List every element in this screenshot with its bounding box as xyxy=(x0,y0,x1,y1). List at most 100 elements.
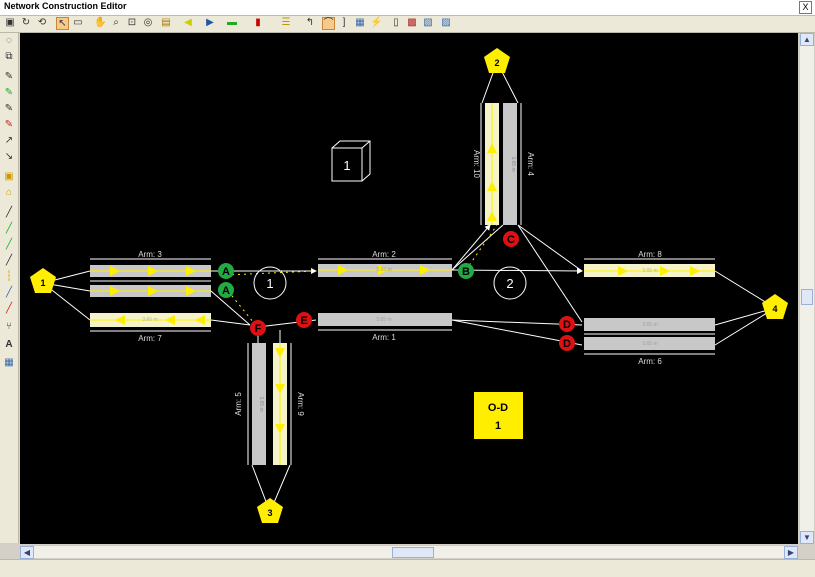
image-icon[interactable]: ▧ xyxy=(422,17,434,29)
arm-5[interactable]: 3.65 m Arm: 5 xyxy=(234,343,266,465)
arm-3[interactable]: Arm: 3 xyxy=(90,250,211,297)
note-icon[interactable]: ▣ xyxy=(3,171,15,183)
report-icon[interactable]: ▩ xyxy=(406,17,418,29)
link-icon[interactable]: ↰ xyxy=(304,17,316,29)
line-black-icon[interactable]: ╱ xyxy=(3,255,15,267)
arm-6-label: Arm: 6 xyxy=(638,357,662,366)
line-icon[interactable]: ╱ xyxy=(3,207,15,219)
zone-1[interactable]: 1 xyxy=(30,268,56,293)
arrow-left-icon[interactable]: ◀ xyxy=(182,17,194,29)
vertical-scroll-thumb[interactable] xyxy=(801,289,813,305)
horizontal-scroll-thumb[interactable] xyxy=(392,547,434,558)
home-icon[interactable]: ⌂ xyxy=(3,187,15,199)
node-a-2-label: A xyxy=(222,285,230,297)
page-icon[interactable]: ▯ xyxy=(390,17,402,29)
vertical-scrollbar[interactable]: ▲ ▼ xyxy=(799,33,814,544)
bracket-icon[interactable]: ] xyxy=(338,17,350,29)
text-icon[interactable]: A xyxy=(3,339,15,351)
node-a-1-label: A xyxy=(222,266,230,278)
export-icon[interactable]: ▨ xyxy=(440,17,452,29)
grid-icon[interactable]: ▦ xyxy=(354,17,366,29)
rotate-icon[interactable]: ◎ xyxy=(142,17,154,29)
scroll-right-icon[interactable]: ▶ xyxy=(784,546,798,559)
save-icon[interactable]: ▦ xyxy=(3,357,15,369)
arm-8-lane-tag: 3.65 m xyxy=(642,268,657,274)
line-dot-icon[interactable]: ┆ xyxy=(3,271,15,283)
junction-2-label: 2 xyxy=(506,276,513,291)
pointer-icon[interactable]: ↖ xyxy=(56,17,69,30)
list-icon[interactable]: ☰ xyxy=(280,17,292,29)
status-bar xyxy=(0,559,815,577)
horizontal-scrollbar[interactable]: ◀ ▶ xyxy=(20,545,798,559)
od-box-title: O-D xyxy=(488,402,508,414)
arm-4[interactable]: 3.65 m Arm: 4 xyxy=(503,103,535,225)
od-box[interactable]: O-D 1 xyxy=(474,392,523,439)
junction-1-label: 1 xyxy=(266,276,273,291)
junction-1[interactable]: 1 xyxy=(253,266,287,300)
copy-icon[interactable]: ⧉ xyxy=(3,51,15,63)
arm-4-label: Arm: 4 xyxy=(526,152,535,176)
select-icon[interactable]: ◌ xyxy=(3,35,15,47)
arm-10-label: Arm: 10 xyxy=(472,150,481,179)
arrow-up-icon[interactable]: ↗ xyxy=(3,135,15,147)
arm-1-lane-tag: 3.65 m xyxy=(376,317,391,323)
node-d-2[interactable]: D xyxy=(559,335,575,351)
line-blue-icon[interactable]: ╱ xyxy=(3,287,15,299)
node-d-2-label: D xyxy=(563,338,571,350)
arm-2-label: Arm: 2 xyxy=(372,250,396,259)
arm-10[interactable]: Arm: 10 xyxy=(472,103,499,225)
line-red-icon[interactable]: ╱ xyxy=(3,303,15,315)
scroll-down-icon[interactable]: ▼ xyxy=(800,531,814,544)
hand-icon[interactable]: ✋ xyxy=(94,17,106,29)
zone-3[interactable]: 3 xyxy=(257,498,283,523)
node-f[interactable]: F xyxy=(250,320,266,336)
curve-icon[interactable]: ⌒ xyxy=(322,17,335,30)
flag-icon[interactable]: ▮ xyxy=(252,17,264,29)
node-a-2[interactable]: A xyxy=(218,282,234,298)
line-green-icon[interactable]: ╱ xyxy=(3,223,15,235)
arm-8-label: Arm: 8 xyxy=(638,250,662,259)
arm-5-lane-tag: 3.65 m xyxy=(258,396,264,411)
zone-2[interactable]: 2 xyxy=(484,48,510,73)
open-icon[interactable]: ▣ xyxy=(4,17,16,29)
zoom-extent-icon[interactable]: ⊡ xyxy=(126,17,138,29)
refresh-icon[interactable]: ⟲ xyxy=(36,17,48,29)
node-a-1[interactable]: A xyxy=(218,263,234,279)
pencil-black-icon[interactable]: ✎ xyxy=(3,103,15,115)
node-e[interactable]: E xyxy=(296,312,312,328)
arm-3-label: Arm: 3 xyxy=(138,250,162,259)
close-button[interactable]: X xyxy=(799,1,812,14)
zoom-icon[interactable]: ⌕ xyxy=(110,17,122,29)
arm-9[interactable]: Arm: 9 xyxy=(273,343,305,465)
arm-7-label: Arm: 7 xyxy=(138,334,162,343)
redo-icon[interactable]: ↻ xyxy=(20,17,32,29)
zone-4[interactable]: 4 xyxy=(762,294,788,319)
node-c[interactable]: C xyxy=(503,231,519,247)
signal-icon[interactable]: ▤ xyxy=(160,17,172,29)
node-d-1[interactable]: D xyxy=(559,316,575,332)
scroll-up-icon[interactable]: ▲ xyxy=(800,33,814,46)
arm-7-lane-tag: 3.65 m xyxy=(142,317,157,323)
node-b[interactable]: B xyxy=(458,263,474,279)
lane-icon[interactable]: ▬ xyxy=(226,17,238,29)
line-green2-icon[interactable]: ╱ xyxy=(3,239,15,251)
scroll-left-icon[interactable]: ◀ xyxy=(20,546,34,559)
arm-2-lane-tag: 3.65 m xyxy=(376,267,391,273)
arm-7[interactable]: 3.65 m Arm: 7 xyxy=(90,313,211,343)
arm-6[interactable]: 3.65 m 3.65 m Arm: 6 xyxy=(584,318,715,366)
arm-1[interactable]: 3.65 m Arm: 1 xyxy=(318,313,452,342)
junction-2[interactable]: 2 xyxy=(493,266,527,300)
arm-2[interactable]: 3.65 m Arm: 2 xyxy=(318,250,452,277)
network-canvas[interactable]: Arm: 3 3.65 m Arm: 7 3.65 m Arm: 2 3.65 … xyxy=(20,33,798,544)
arrow-right-icon[interactable]: ▶ xyxy=(204,17,216,29)
pencil-green-icon[interactable]: ✎ xyxy=(3,87,15,99)
arm-8[interactable]: 3.65 m Arm: 8 xyxy=(584,250,715,277)
zone-2-label: 2 xyxy=(494,58,499,68)
window-icon[interactable]: ▭ xyxy=(72,17,84,29)
cube-box[interactable]: 1 xyxy=(331,140,371,182)
lightning-icon[interactable]: ⚡ xyxy=(370,17,382,29)
pencil-icon[interactable]: ✎ xyxy=(3,71,15,83)
pencil-red-icon[interactable]: ✎ xyxy=(3,119,15,131)
arrow-small-icon[interactable]: ↘ xyxy=(3,151,15,163)
line-fork-icon[interactable]: ⑂ xyxy=(3,321,15,333)
